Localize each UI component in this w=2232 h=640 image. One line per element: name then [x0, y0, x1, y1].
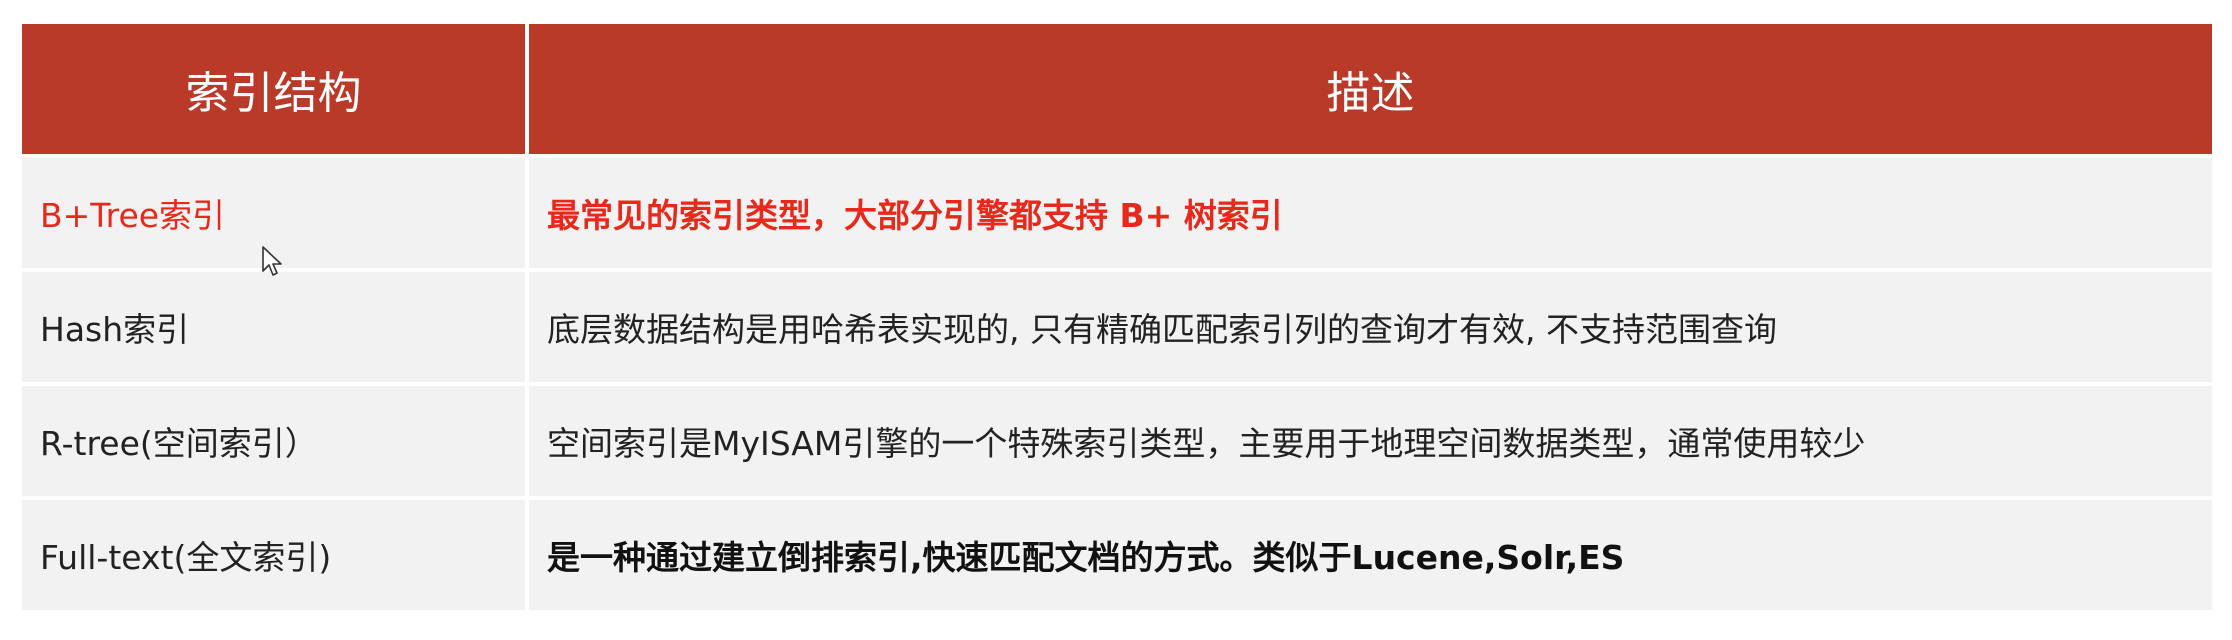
column-header-description: 描述	[529, 24, 2212, 158]
cell-structure: Full-text(全文索引)	[22, 500, 529, 614]
table-body: B+Tree索引 最常见的索引类型，大部分引擎都支持 B+ 树索引 Hash索引…	[22, 158, 2212, 614]
table-row: R-tree(空间索引） 空间索引是MyISAM引擎的一个特殊索引类型，主要用于…	[22, 386, 2212, 500]
cell-structure: Hash索引	[22, 272, 529, 386]
index-structure-table: 索引结构 描述 B+Tree索引 最常见的索引类型，大部分引擎都支持 B+ 树索…	[22, 24, 2212, 614]
cell-description: 是一种通过建立倒排索引,快速匹配文档的方式。类似于Lucene,Solr,ES	[529, 500, 2212, 614]
cell-description: 空间索引是MyISAM引擎的一个特殊索引类型，主要用于地理空间数据类型，通常使用…	[529, 386, 2212, 500]
header-row: 索引结构 描述	[22, 24, 2212, 158]
index-structure-table-container: 索引结构 描述 B+Tree索引 最常见的索引类型，大部分引擎都支持 B+ 树索…	[22, 24, 2212, 614]
cell-description: 最常见的索引类型，大部分引擎都支持 B+ 树索引	[529, 158, 2212, 272]
column-header-structure: 索引结构	[22, 24, 529, 158]
table-row: Hash索引 底层数据结构是用哈希表实现的, 只有精确匹配索引列的查询才有效, …	[22, 272, 2212, 386]
table-header: 索引结构 描述	[22, 24, 2212, 158]
cell-description: 底层数据结构是用哈希表实现的, 只有精确匹配索引列的查询才有效, 不支持范围查询	[529, 272, 2212, 386]
mouse-pointer-icon	[262, 246, 282, 276]
cell-structure: R-tree(空间索引）	[22, 386, 529, 500]
table-row: Full-text(全文索引) 是一种通过建立倒排索引,快速匹配文档的方式。类似…	[22, 500, 2212, 614]
table-row: B+Tree索引 最常见的索引类型，大部分引擎都支持 B+ 树索引	[22, 158, 2212, 272]
